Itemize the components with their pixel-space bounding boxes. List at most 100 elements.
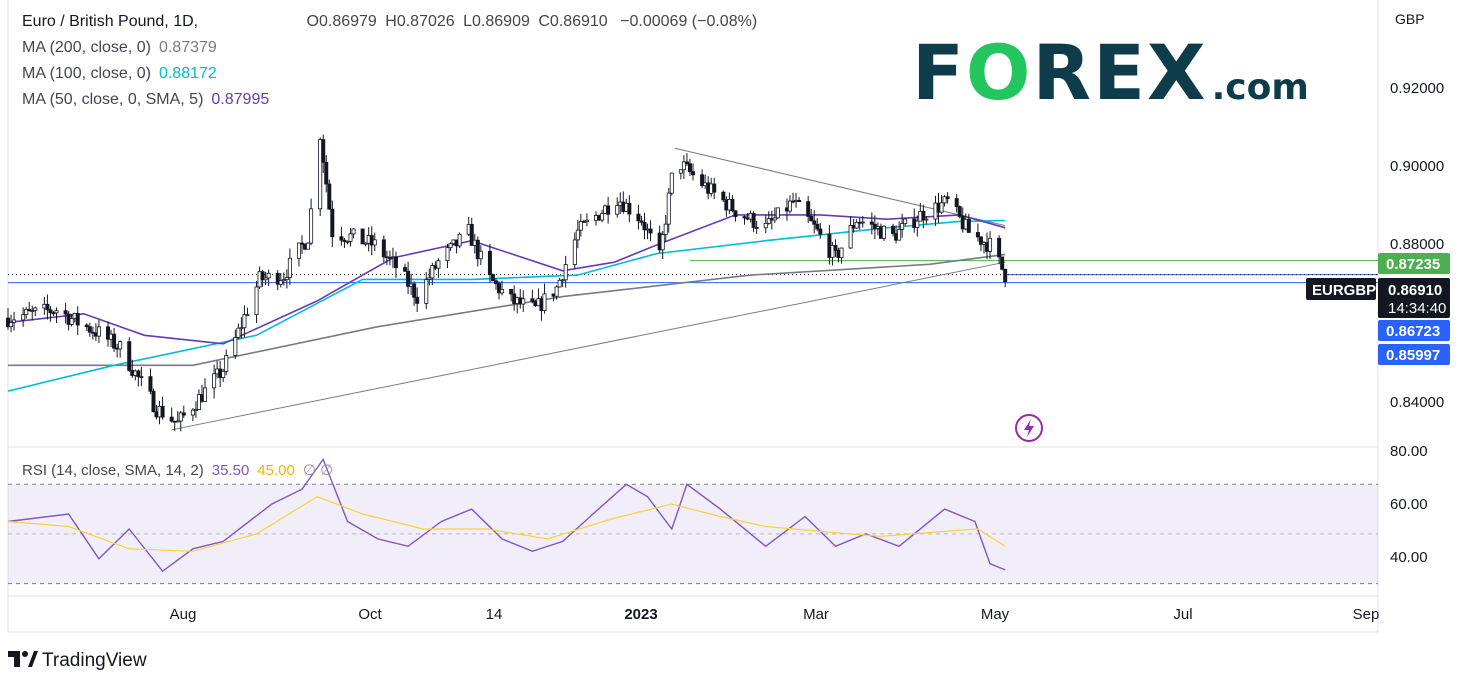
candle-body <box>181 412 186 416</box>
rsi-band-fill <box>8 484 1378 584</box>
candle-body <box>839 247 844 258</box>
candle-body <box>448 243 453 249</box>
time-label-2023: 2023 <box>624 606 657 623</box>
trendline <box>171 261 1006 431</box>
tradingview-logo-icon <box>8 651 38 667</box>
candle-body <box>669 172 674 194</box>
candle-body <box>487 250 492 276</box>
candle-body <box>424 279 429 304</box>
candle-body <box>242 314 247 329</box>
candle-body <box>96 326 101 337</box>
rsi-legend[interactable]: RSI (14, close, SMA, 14, 2) 35.50 45.00 ∅ ∅ <box>22 461 333 479</box>
blue-level-2-label: 0.85997 <box>1386 347 1440 364</box>
candle-body <box>988 237 993 252</box>
candle-body <box>212 373 217 389</box>
rsi-ma-value: 45.00 <box>257 462 295 479</box>
candle-body <box>236 327 241 338</box>
moving-averages <box>7 214 1006 392</box>
candle-body <box>254 286 259 316</box>
time-label-jul: Jul <box>1173 606 1192 623</box>
candle-body <box>381 239 386 258</box>
candle-body <box>296 242 301 259</box>
symbol-tag-label: EURGBP <box>1312 282 1376 299</box>
open-value: O0.86979 <box>306 13 377 30</box>
candle-body <box>233 337 238 356</box>
candle-body <box>360 228 365 245</box>
price-tick-084: 0.84000 <box>1390 394 1444 411</box>
candle-body <box>69 318 74 325</box>
candle-body <box>1003 268 1008 283</box>
low-value: L0.86909 <box>463 13 530 30</box>
countdown-label: 14:34:40 <box>1388 300 1446 317</box>
candle-body <box>606 205 611 215</box>
candle-body <box>306 242 311 250</box>
candle-body <box>648 228 653 234</box>
candle-body <box>957 206 962 217</box>
symbol-legend[interactable]: Euro / British Pound, 1D, O0.86979 H0.87… <box>22 12 761 32</box>
tradingview-branding[interactable]: TradingView <box>8 649 147 672</box>
candle-body <box>809 215 814 222</box>
candle-body <box>139 376 144 379</box>
candle-body <box>445 247 450 262</box>
candle-body <box>666 192 671 225</box>
candle-body <box>45 303 50 311</box>
candle-body <box>327 183 332 210</box>
candle-body <box>118 341 123 350</box>
candle-body <box>490 274 495 282</box>
candle-body <box>997 237 1002 258</box>
candle-body <box>9 322 14 328</box>
ma200-legend[interactable]: MA (200, close, 0) 0.87379 <box>22 38 217 58</box>
candle-body <box>636 213 641 222</box>
candle-body <box>730 198 735 212</box>
rsi-extra: ∅ ∅ <box>302 462 334 479</box>
ma100-label: MA (100, close, 0) <box>22 65 151 82</box>
candle-body <box>87 326 92 333</box>
ma100-legend[interactable]: MA (100, close, 0) 0.88172 <box>22 64 217 84</box>
candle-body <box>278 280 283 285</box>
candle-body <box>136 370 141 378</box>
candle-body <box>787 200 792 212</box>
candle-body <box>812 220 817 225</box>
candle-body <box>403 267 408 272</box>
candle-body <box>815 223 820 230</box>
candle-body <box>478 250 483 260</box>
ma50-label: MA (50, close, 0, SMA, 5) <box>22 91 204 108</box>
axis-currency: GBP <box>1395 11 1425 27</box>
candle-body <box>348 233 353 242</box>
candle-body <box>660 234 665 251</box>
candle-body <box>393 256 398 268</box>
ma50-legend[interactable]: MA (50, close, 0, SMA, 5) 0.87995 <box>22 90 269 110</box>
candle-body <box>521 298 526 305</box>
candle-body <box>915 220 920 229</box>
ma200-label: MA (200, close, 0) <box>22 39 151 56</box>
blue-level-1-label: 0.86723 <box>1386 323 1440 340</box>
forex-logo-letter: E <box>1093 28 1147 117</box>
candle-body <box>169 416 174 422</box>
green-level-label: 0.87235 <box>1386 256 1440 273</box>
ma50-value: 0.87995 <box>211 91 270 108</box>
forex-logo-text: FOREX <box>912 28 1208 117</box>
candle-body <box>833 244 838 251</box>
forex-logo-suffix: .com <box>1211 67 1309 108</box>
price-tick-092: 0.92000 <box>1390 80 1444 97</box>
candle-body <box>48 309 53 314</box>
lightning-bolt-icon <box>1024 419 1034 437</box>
time-label-mar: Mar <box>803 606 829 623</box>
candle-body <box>148 376 153 392</box>
forex-logo-letter: X <box>1146 28 1208 117</box>
candle-body <box>818 228 823 235</box>
candle-body <box>584 219 589 223</box>
candle-body <box>733 210 738 217</box>
candle-body <box>900 223 905 230</box>
close-value: C0.86910 <box>538 13 608 30</box>
candle-body <box>954 198 959 207</box>
time-label-sep: Sep <box>1353 606 1380 623</box>
candle-body <box>615 205 620 215</box>
candle-body <box>939 202 944 213</box>
candle-body <box>372 239 377 246</box>
candle-body <box>663 223 668 235</box>
candle-body <box>457 233 462 247</box>
candle-body <box>436 260 441 269</box>
price-tick-090: 0.90000 <box>1390 158 1444 175</box>
candle-body <box>151 390 156 413</box>
